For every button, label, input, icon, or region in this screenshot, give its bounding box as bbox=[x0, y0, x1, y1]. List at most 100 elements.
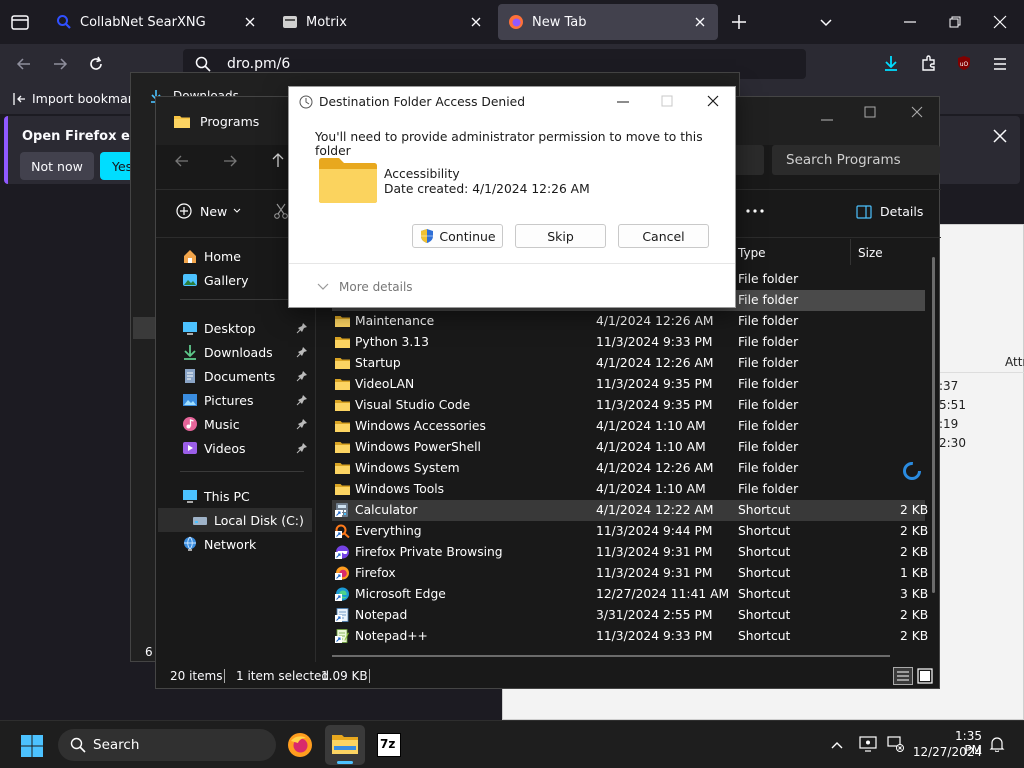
new-tab-plus-icon[interactable] bbox=[731, 14, 747, 30]
folder-icon bbox=[335, 398, 350, 412]
downloads-toolbar-icon[interactable] bbox=[882, 54, 900, 72]
firefox-tab-bar: CollabNet SearXNG Motrix New Tab bbox=[0, 0, 1024, 44]
table-row[interactable]: Startup 4/1/2024 12:26 AM File folder bbox=[332, 353, 925, 374]
tab-motrix[interactable]: Motrix bbox=[272, 4, 494, 40]
tab-new-tab[interactable]: New Tab bbox=[498, 4, 718, 40]
ublock-origin-icon[interactable]: uO bbox=[956, 55, 972, 71]
table-row[interactable]: Windows Accessories 4/1/2024 1:10 AM File … bbox=[332, 416, 925, 437]
close-icon[interactable] bbox=[910, 105, 924, 119]
details-pane-button[interactable]: Details bbox=[856, 204, 923, 219]
table-row[interactable]: Notepad++ 11/3/2024 9:33 PM Shortcut 2 KB bbox=[332, 626, 928, 647]
cut-icon[interactable] bbox=[274, 203, 288, 219]
forward-arrow-icon[interactable] bbox=[52, 56, 68, 72]
folder-icon bbox=[335, 314, 350, 328]
table-row[interactable]: Windows System 4/1/2024 12:26 AM File fold… bbox=[332, 458, 925, 479]
sidebar-item-music[interactable]: Music bbox=[156, 412, 314, 436]
screen-share-icon[interactable] bbox=[859, 736, 877, 752]
firefox-icon bbox=[508, 14, 524, 30]
bg-time: :19 bbox=[939, 417, 959, 431]
table-row[interactable]: Visual Studio Code 11/3/2024 9:35 PM File … bbox=[332, 395, 925, 416]
column-header-size[interactable]: Size bbox=[858, 239, 928, 265]
import-bookmarks-button[interactable]: Import bookmarks bbox=[12, 91, 147, 106]
chevron-down-icon bbox=[317, 283, 329, 290]
svg-text:uO: uO bbox=[960, 61, 969, 68]
close-tab-icon[interactable] bbox=[468, 14, 484, 30]
restore-icon[interactable] bbox=[947, 14, 963, 30]
table-row[interactable]: Microsoft Edge 12/27/2024 11:41 AM Shortcu… bbox=[332, 584, 928, 605]
table-row[interactable]: Windows PowerShell 4/1/2024 1:10 AM File f… bbox=[332, 437, 925, 458]
taskbar-firefox-icon[interactable] bbox=[287, 732, 313, 758]
sidebar-divider bbox=[180, 471, 304, 472]
close-window-icon[interactable] bbox=[992, 14, 1008, 30]
close-tab-icon[interactable] bbox=[692, 14, 708, 30]
forward-arrow-icon[interactable] bbox=[222, 153, 238, 169]
everything-icon bbox=[335, 524, 350, 538]
sidebar-item-videos[interactable]: Videos bbox=[156, 436, 314, 460]
column-header-type[interactable]: Type bbox=[738, 239, 851, 265]
skip-button[interactable]: Skip bbox=[515, 224, 606, 248]
sidebar-item-this-pc[interactable]: This PC bbox=[156, 484, 314, 508]
taskbar-file-explorer-icon[interactable] bbox=[325, 725, 365, 765]
sidebar-item-documents[interactable]: Documents bbox=[156, 364, 314, 388]
more-details-toggle[interactable]: More details bbox=[317, 280, 413, 294]
minimize-icon[interactable] bbox=[616, 95, 630, 109]
reload-icon[interactable] bbox=[88, 56, 104, 72]
drive-icon bbox=[193, 517, 207, 525]
list-tabs-chevron-icon[interactable] bbox=[818, 14, 834, 30]
table-row[interactable]: VideoLAN 11/3/2024 9:35 PM File folder bbox=[332, 374, 925, 395]
table-row[interactable]: Notepad 3/31/2024 2:55 PM Shortcut 2 KB bbox=[332, 605, 928, 626]
folder-name: Accessibility bbox=[384, 167, 460, 181]
cancel-button[interactable]: Cancel bbox=[618, 224, 709, 248]
table-row[interactable]: Maintenance 4/1/2024 12:26 AM File folder bbox=[332, 311, 925, 332]
table-row[interactable]: Python 3.13 11/3/2024 9:33 PM File folder bbox=[332, 332, 925, 353]
new-button[interactable]: New bbox=[176, 203, 241, 219]
minimize-icon[interactable] bbox=[820, 113, 834, 127]
not-now-button[interactable]: Not now bbox=[20, 152, 94, 180]
close-tab-icon[interactable] bbox=[242, 14, 258, 30]
dialog-message: You'll need to provide administrator per… bbox=[315, 130, 703, 158]
table-row[interactable]: Firefox Private Browsing 11/3/2024 9:31 P… bbox=[332, 542, 928, 563]
show-hidden-icons-chevron-icon[interactable] bbox=[830, 738, 844, 752]
file-name: Windows System bbox=[355, 461, 460, 475]
more-options-icon[interactable] bbox=[746, 209, 764, 213]
sidebar-item-local-disk[interactable]: Local Disk (C:) bbox=[158, 508, 312, 532]
table-row[interactable]: Calculator 4/1/2024 12:22 AM Shortcut 2 KB bbox=[332, 500, 928, 521]
no-network-icon[interactable] bbox=[887, 736, 905, 752]
table-row[interactable]: Everything 11/3/2024 9:44 PM Shortcut 2 KB bbox=[332, 521, 928, 542]
table-row[interactable]: Firefox 11/3/2024 9:31 PM Shortcut 1 KB bbox=[332, 563, 928, 584]
sidebar-item-desktop[interactable]: Desktop bbox=[156, 316, 314, 340]
taskbar-7zip-icon[interactable]: 7z bbox=[377, 733, 401, 757]
extensions-icon[interactable] bbox=[920, 54, 938, 72]
hamburger-menu-icon[interactable] bbox=[992, 56, 1008, 72]
tiles-view-icon[interactable] bbox=[916, 667, 934, 685]
continue-button[interactable]: Continue bbox=[412, 224, 503, 248]
vertical-scrollbar[interactable] bbox=[932, 257, 935, 593]
close-icon[interactable] bbox=[706, 94, 720, 108]
file-type: Shortcut bbox=[738, 545, 791, 559]
clock-date[interactable]: 12/27/2024 bbox=[912, 745, 982, 759]
horizontal-scrollbar[interactable] bbox=[332, 655, 890, 657]
maximize-icon[interactable] bbox=[864, 106, 876, 118]
start-windows-icon[interactable] bbox=[20, 734, 44, 758]
back-arrow-icon[interactable] bbox=[16, 56, 32, 72]
back-arrow-icon[interactable] bbox=[174, 153, 190, 169]
status-separator bbox=[224, 669, 225, 683]
table-row[interactable]: Windows Tools 4/1/2024 1:10 AM File folder bbox=[332, 479, 925, 500]
taskbar-search-box[interactable]: Search bbox=[58, 729, 276, 761]
document-icon bbox=[185, 369, 195, 383]
minimize-icon[interactable] bbox=[902, 14, 918, 30]
file-type: Shortcut bbox=[738, 608, 791, 622]
tab-list-icon[interactable] bbox=[10, 12, 30, 32]
sidebar-item-network[interactable]: Network bbox=[156, 532, 314, 556]
details-view-icon[interactable] bbox=[893, 667, 913, 685]
close-notice-icon[interactable] bbox=[992, 128, 1008, 144]
file-name: Calculator bbox=[355, 503, 418, 517]
search-programs-input[interactable]: Search Programs bbox=[772, 145, 940, 175]
notification-bell-icon[interactable] bbox=[989, 736, 1005, 752]
sidebar-divider bbox=[180, 299, 304, 300]
up-arrow-icon[interactable] bbox=[270, 152, 286, 168]
sidebar-item-downloads[interactable]: Downloads bbox=[156, 340, 314, 364]
tab-collabnet[interactable]: CollabNet SearXNG bbox=[46, 4, 268, 40]
status-selected: 1 item selected bbox=[236, 669, 330, 683]
sidebar-item-pictures[interactable]: Pictures bbox=[156, 388, 314, 412]
